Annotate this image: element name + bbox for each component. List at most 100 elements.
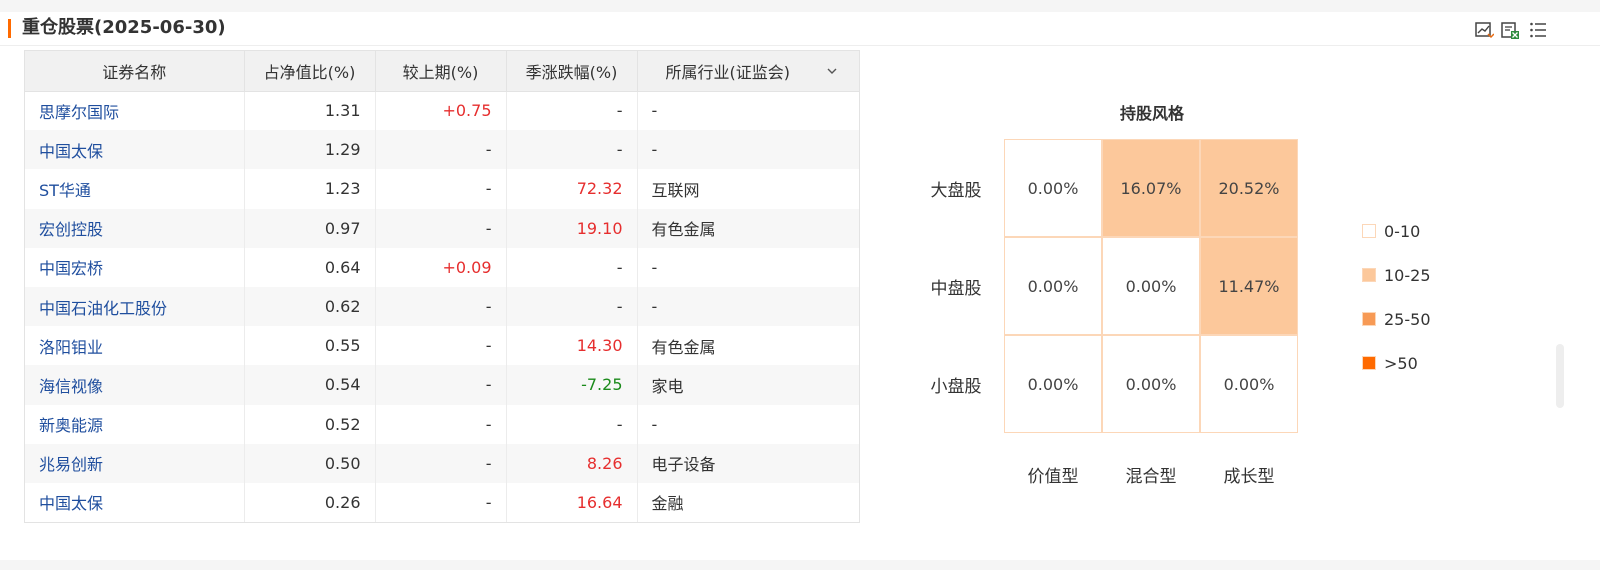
period-change: -: [375, 482, 507, 523]
style-cell-large-growth[interactable]: 20.52%: [1200, 139, 1298, 237]
period-change: -: [375, 326, 507, 366]
legend-swatch: [1362, 224, 1376, 238]
legend-item: 0-10: [1362, 221, 1420, 241]
net-value-ratio: 1.29: [244, 130, 376, 170]
industry-cell: 有色金属: [637, 208, 859, 248]
stock-name-link[interactable]: ST华通: [25, 169, 245, 209]
net-value-ratio: 0.52: [244, 404, 376, 444]
stock-name-link[interactable]: 思摩尔国际: [25, 91, 245, 131]
row-label-large-cap: 大盘股: [930, 181, 982, 201]
style-cell-mid-blend[interactable]: 0.00%: [1102, 237, 1200, 335]
legend-swatch: [1362, 312, 1376, 326]
net-value-ratio: 1.23: [244, 169, 376, 209]
table-row[interactable]: 中国石油化工股份 0.62- - -: [25, 286, 859, 327]
table-row[interactable]: 中国太保 0.26-16.64 金融: [25, 482, 859, 523]
quarter-change: -: [506, 247, 638, 287]
net-value-ratio: 0.54: [244, 365, 376, 405]
net-value-ratio: 0.26: [244, 482, 376, 523]
industry-cell: 家电: [637, 365, 859, 405]
period-change: -: [375, 208, 507, 248]
table-row[interactable]: ST华通 1.23-72.32 互联网: [25, 169, 859, 209]
stock-name-link[interactable]: 海信视像: [25, 365, 245, 405]
net-value-ratio: 0.62: [244, 286, 376, 327]
stock-name-link[interactable]: 新奥能源: [25, 404, 245, 444]
scrollbar[interactable]: [1556, 344, 1564, 408]
table-row[interactable]: 新奥能源 0.52- - -: [25, 404, 859, 444]
period-change: -: [375, 365, 507, 405]
table-row[interactable]: 中国太保 1.29- - -: [25, 130, 859, 170]
stock-name-link[interactable]: 中国太保: [25, 482, 245, 523]
industry-header-label: 所属行业(证监会): [665, 62, 791, 82]
column-header-industry[interactable]: 所属行业(证监会): [637, 51, 859, 92]
legend-item: 10-25: [1362, 265, 1431, 285]
style-cell-small-growth[interactable]: 0.00%: [1200, 335, 1298, 433]
panel-title: 重仓股票(2025-06-30): [22, 17, 226, 38]
excel-export-icon[interactable]: [1500, 20, 1520, 40]
column-header-quarter[interactable]: 季涨跌幅(%): [506, 51, 638, 92]
stock-name-link[interactable]: 宏创控股: [25, 208, 245, 248]
net-value-ratio: 0.97: [244, 208, 376, 248]
column-header-ratio[interactable]: 占净值比(%): [244, 51, 376, 92]
table-row[interactable]: 洛阳钼业 0.55-14.30 有色金属: [25, 326, 859, 366]
period-change: -: [375, 130, 507, 170]
table-row[interactable]: 中国宏桥 0.64 +0.09- -: [25, 247, 859, 287]
industry-cell: -: [637, 286, 859, 327]
style-cell-large-blend[interactable]: 16.07%: [1102, 139, 1200, 237]
legend-label: 25-50: [1384, 309, 1431, 329]
list-menu-icon[interactable]: [1528, 20, 1548, 40]
style-cell-small-blend[interactable]: 0.00%: [1102, 335, 1200, 433]
period-change: -: [375, 404, 507, 444]
stock-name-link[interactable]: 洛阳钼业: [25, 326, 245, 366]
stock-name-link[interactable]: 兆易创新: [25, 443, 245, 483]
net-value-ratio: 0.64: [244, 247, 376, 287]
style-cell-large-value[interactable]: 0.00%: [1004, 139, 1102, 237]
industry-cell: -: [651, 257, 658, 277]
style-box-title: 持股风格: [1119, 104, 1184, 123]
table-row[interactable]: 思摩尔国际 1.31 +0.75- -: [25, 91, 859, 131]
column-header-change[interactable]: 较上期(%): [375, 51, 507, 92]
holdings-table-container: 证券名称 占净值比(%) 较上期(%) 季涨跌幅(%) 所属行业(证监会) 思摩…: [24, 50, 860, 523]
industry-cell: 金融: [651, 494, 684, 514]
quarter-change: -7.25: [506, 365, 638, 405]
quarter-change: 8.26: [506, 443, 638, 483]
col-label-value: 价值型: [1027, 467, 1079, 487]
industry-cell: 互联网: [651, 180, 700, 200]
net-value-ratio: 0.50: [244, 443, 376, 483]
panel-header: 重仓股票(2025-06-30): [0, 12, 1600, 46]
legend-label: 10-25: [1384, 265, 1431, 285]
chart-export-icon[interactable]: [1474, 20, 1494, 40]
legend-label: 0-10: [1384, 221, 1421, 241]
quarter-change: -: [506, 130, 638, 170]
table-header-row: 证券名称 占净值比(%) 较上期(%) 季涨跌幅(%) 所属行业(证监会): [25, 51, 859, 92]
quarter-change: 19.10: [506, 208, 638, 248]
quarter-change: 14.30: [506, 326, 638, 366]
table-row[interactable]: 宏创控股 0.97-19.10 有色金属: [25, 208, 859, 248]
table-row[interactable]: 兆易创新 0.50-8.26 电子设备: [25, 443, 859, 483]
quarter-change: -: [506, 91, 638, 131]
style-cell-mid-growth[interactable]: 11.47%: [1200, 237, 1298, 335]
period-change: +0.09: [375, 247, 507, 287]
row-label-mid-cap: 中盘股: [930, 279, 982, 299]
table-row[interactable]: 海信视像 0.54- -7.25 家电: [25, 365, 859, 405]
column-header-name[interactable]: 证券名称: [25, 51, 245, 92]
table-body: 思摩尔国际 1.31 +0.75- - 中国太保 1.29- - - ST华通 1.23-72.3…: [25, 91, 859, 523]
net-value-ratio: 1.31: [244, 91, 376, 131]
quarter-change: -: [506, 286, 638, 327]
chevron-down-icon[interactable]: [827, 66, 837, 76]
net-value-ratio: 0.55: [244, 326, 376, 366]
stock-name-link[interactable]: 中国太保: [25, 130, 245, 170]
legend-item: 25-50: [1362, 309, 1431, 329]
period-change: -: [375, 286, 507, 327]
quarter-change: 16.64: [506, 482, 638, 523]
title-accent-bar: [8, 19, 11, 38]
industry-cell: -: [651, 414, 658, 434]
holdings-table: 证券名称 占净值比(%) 较上期(%) 季涨跌幅(%) 所属行业(证监会) 思摩…: [25, 51, 859, 523]
style-cell-mid-value[interactable]: 0.00%: [1004, 237, 1102, 335]
col-label-growth: 成长型: [1223, 467, 1275, 487]
quarter-change: 72.32: [506, 169, 638, 209]
style-cell-small-value[interactable]: 0.00%: [1004, 335, 1102, 433]
stock-name-link[interactable]: 中国石油化工股份: [25, 286, 245, 327]
stock-name-link[interactable]: 中国宏桥: [25, 247, 245, 287]
period-change: +0.75: [375, 91, 507, 131]
style-box-grid: 0.00% 16.07% 20.52% 0.00% 0.00% 11.47% 0.00% 0.…: [1004, 139, 1299, 434]
